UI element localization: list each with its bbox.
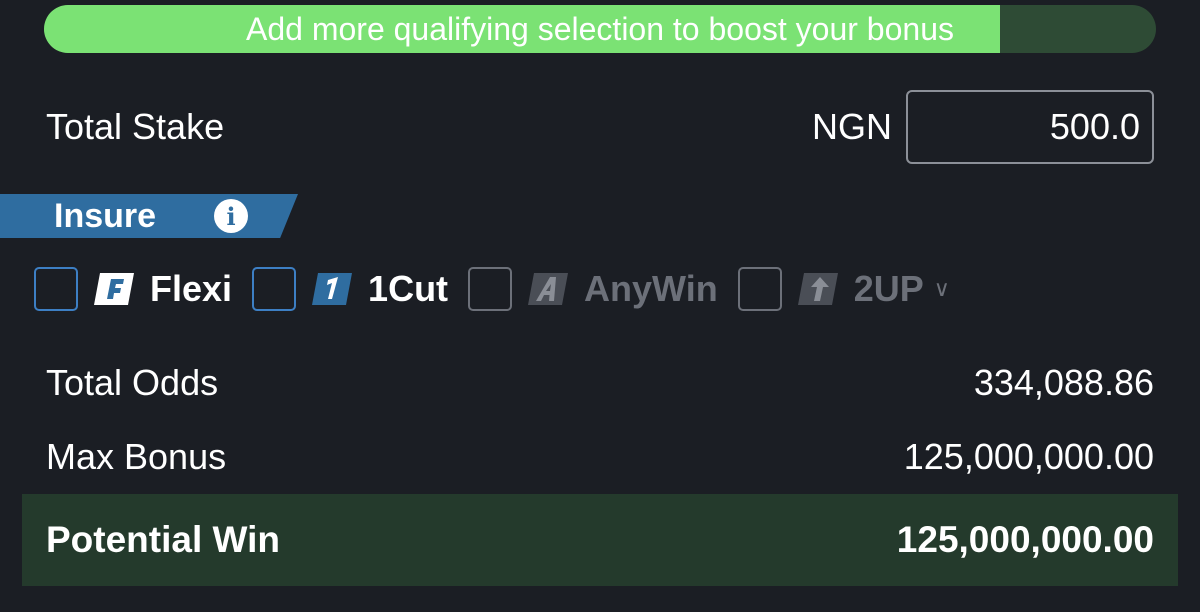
bonus-progress-message: Add more qualifying selection to boost y… (246, 10, 954, 47)
insure-banner: Insure i (0, 194, 298, 238)
option-flexi[interactable]: Flexi (34, 267, 232, 311)
total-odds-row: Total Odds 334,088.86 (46, 360, 1154, 406)
max-bonus-value: 125,000,000.00 (903, 436, 1154, 477)
chevron-down-icon[interactable]: ∨ (934, 276, 950, 302)
1cut-icon (312, 269, 353, 309)
flexi-checkbox[interactable] (34, 267, 78, 311)
option-anywin[interactable]: AnyWin (468, 267, 718, 311)
flexi-icon (94, 269, 134, 309)
anywin-icon (528, 269, 569, 309)
potential-win-value: 125,000,000.00 (896, 519, 1154, 560)
stake-amount-input[interactable] (906, 90, 1154, 164)
2up-label: 2UP (853, 268, 924, 309)
flexi-label: Flexi (150, 268, 233, 309)
insure-label: Insure (54, 196, 157, 235)
1cut-label: 1Cut (368, 268, 449, 309)
1cut-checkbox[interactable] (252, 267, 297, 311)
potential-win-label: Potential Win (46, 519, 280, 560)
bonus-progress-bar: Add more qualifying selection to boost y… (44, 5, 1156, 53)
anywin-label: AnyWin (584, 268, 718, 309)
option-2up[interactable]: 2UP ∨ (737, 267, 950, 311)
total-odds-label: Total Odds (46, 362, 219, 403)
max-bonus-row: Max Bonus 125,000,000.00 (46, 434, 1154, 480)
max-bonus-label: Max Bonus (46, 436, 227, 477)
total-odds-value: 334,088.86 (973, 362, 1154, 403)
potential-win-panel: Potential Win 125,000,000.00 (22, 494, 1178, 586)
potential-win-row: Potential Win 125,000,000.00 (46, 494, 1154, 586)
stake-input-group: NGN (812, 90, 1154, 164)
anywin-checkbox[interactable] (468, 267, 513, 311)
total-stake-row: Total Stake NGN (46, 88, 1154, 166)
total-stake-label: Total Stake (46, 106, 225, 147)
up-arrow-icon (797, 269, 838, 309)
currency-label: NGN (812, 106, 892, 147)
info-icon[interactable]: i (214, 199, 249, 233)
2up-checkbox[interactable] (737, 267, 782, 311)
insurance-options: Flexi 1Cut AnyWin 2UP ∨ (34, 264, 970, 314)
option-1cut[interactable]: 1Cut (252, 267, 448, 311)
